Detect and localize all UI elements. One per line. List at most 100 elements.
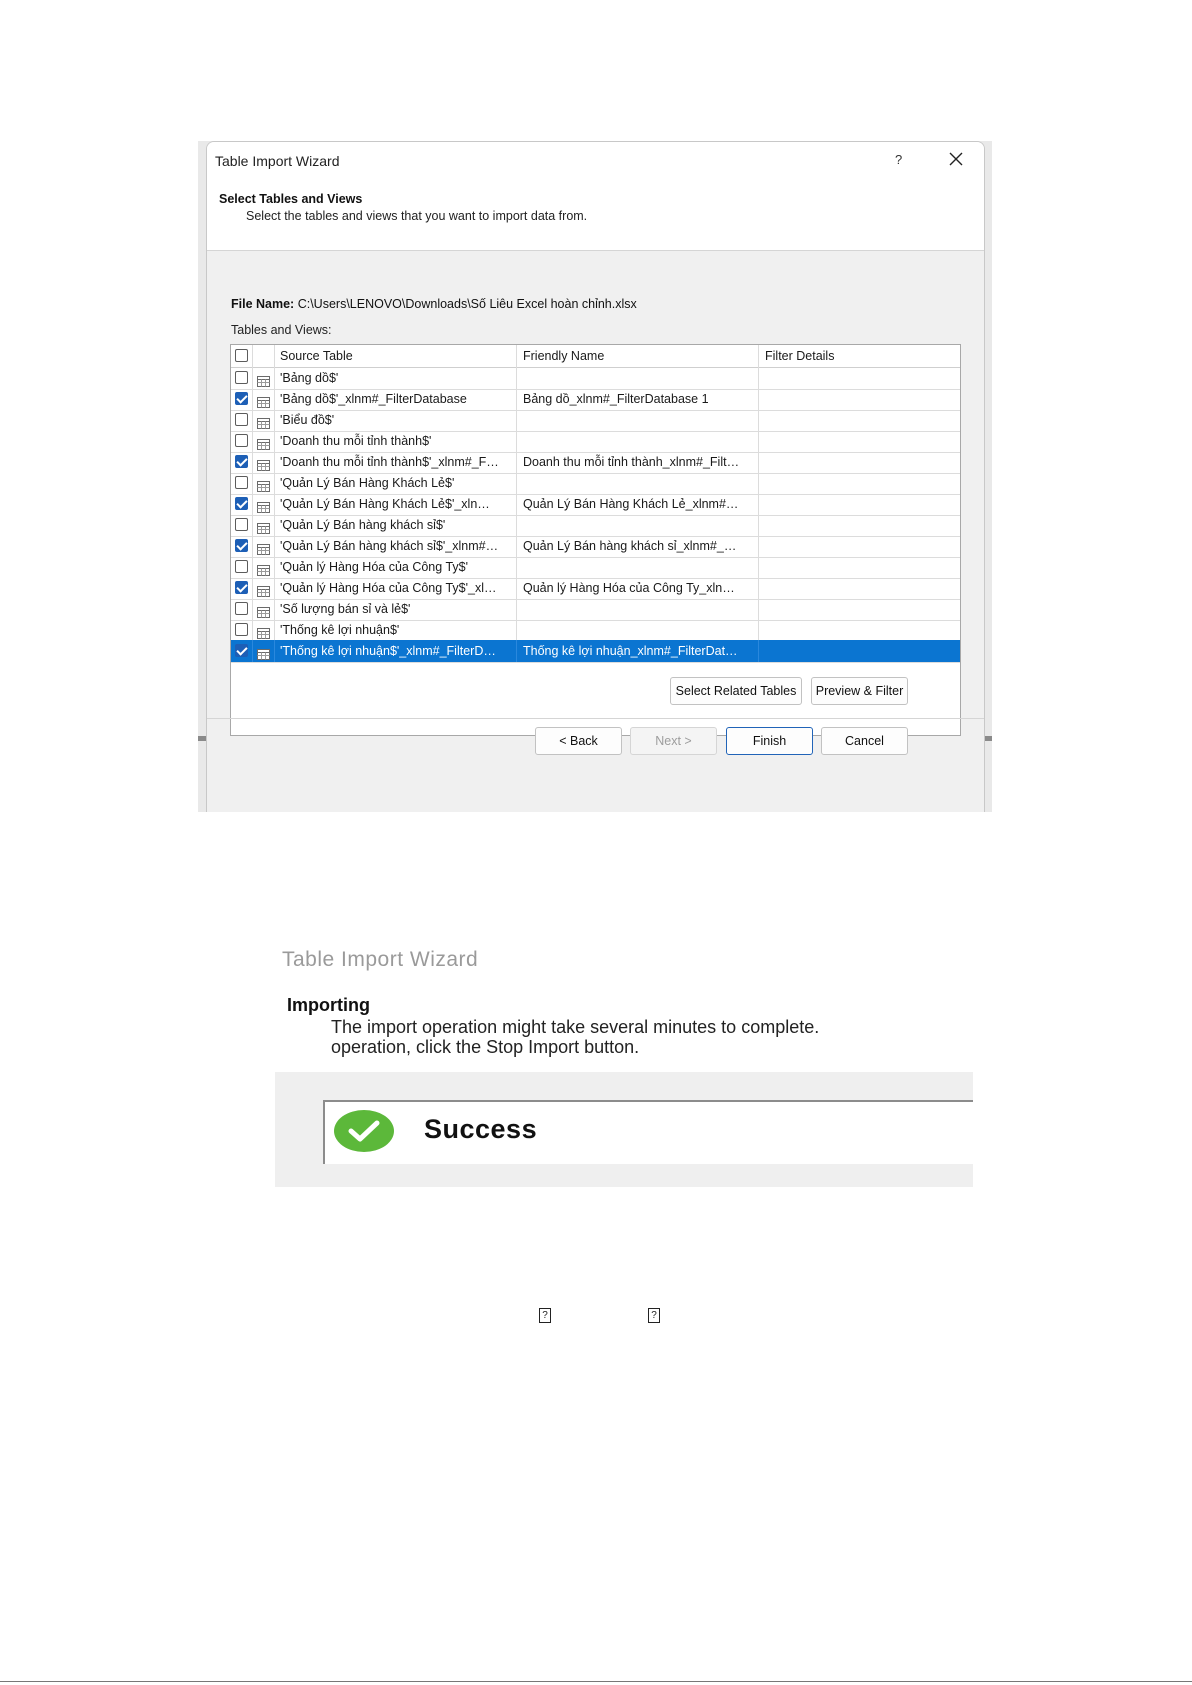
- row-checkbox-cell[interactable]: [231, 409, 253, 431]
- help-button[interactable]: ?: [895, 152, 902, 167]
- friendly-name-cell[interactable]: Bảng dồ_xlnm#_FilterDatabase 1: [517, 388, 759, 410]
- select-all-checkbox[interactable]: [235, 349, 248, 362]
- row-checkbox-cell[interactable]: [231, 556, 253, 578]
- source-table-cell: 'Số lượng bán sỉ và lẻ$': [275, 598, 517, 620]
- friendly-name-cell[interactable]: Thống kê lợi nhuận_xlnm#_FilterDat…: [517, 640, 759, 662]
- table-icon-cell: [253, 556, 275, 578]
- column-header-filter-details[interactable]: Filter Details: [759, 345, 960, 367]
- filter-details-cell: [759, 409, 960, 431]
- friendly-name-cell[interactable]: Quản Lý Bán Hàng Khách Lẻ_xlnm#…: [517, 493, 759, 515]
- table-icon-cell: [253, 451, 275, 473]
- select-all-cell[interactable]: [231, 345, 253, 367]
- friendly-name-cell[interactable]: Quản Lý Bán hàng khách sỉ_xlnm#_…: [517, 535, 759, 557]
- row-checkbox[interactable]: [235, 581, 248, 594]
- row-checkbox[interactable]: [235, 644, 248, 657]
- row-checkbox[interactable]: [235, 476, 248, 489]
- row-checkbox[interactable]: [235, 497, 248, 510]
- row-checkbox-cell[interactable]: [231, 388, 253, 410]
- back-button[interactable]: < Back: [535, 727, 622, 755]
- source-table-cell: 'Quản Lý Bán Hàng Khách Lẻ$'_xln…: [275, 493, 517, 515]
- row-checkbox[interactable]: [235, 413, 248, 426]
- friendly-name-cell[interactable]: [517, 367, 759, 389]
- table-icon-cell: [253, 640, 275, 662]
- table-icon: [257, 435, 270, 450]
- table-icon: [257, 582, 270, 597]
- next-button[interactable]: Next >: [630, 727, 717, 755]
- table-icon: [257, 561, 270, 576]
- filter-details-cell: [759, 493, 960, 515]
- column-header-source-table[interactable]: Source Table: [275, 345, 517, 367]
- friendly-name-cell[interactable]: Quản lý Hàng Hóa của Công Ty_xln…: [517, 577, 759, 599]
- table-row[interactable]: 'Quản Lý Bán Hàng Khách Lẻ$'_xln… Quản Lý…: [231, 493, 960, 516]
- table-row[interactable]: 'Quản lý Hàng Hóa của Công Ty$': [231, 556, 960, 579]
- table-row[interactable]: 'Thống kê lợi nhuận$': [231, 619, 960, 642]
- source-table-cell: 'Bảng dồ$'_xlnm#_FilterDatabase: [275, 388, 517, 410]
- table-row[interactable]: 'Bảng dồ$': [231, 367, 960, 390]
- row-checkbox[interactable]: [235, 602, 248, 615]
- table-row[interactable]: 'Doanh thu mỗi tỉnh thành$'_xlnm#_F… Doan…: [231, 451, 960, 474]
- row-checkbox-cell[interactable]: [231, 493, 253, 515]
- row-checkbox[interactable]: [235, 518, 248, 531]
- row-checkbox[interactable]: [235, 560, 248, 573]
- friendly-name-cell[interactable]: [517, 514, 759, 536]
- row-checkbox-cell[interactable]: [231, 472, 253, 494]
- row-checkbox[interactable]: [235, 392, 248, 405]
- table-row[interactable]: 'Quản Lý Bán hàng khách sỉ$': [231, 514, 960, 537]
- row-checkbox-cell[interactable]: [231, 367, 253, 389]
- file-name-label: File Name:: [231, 297, 295, 311]
- source-table-cell: 'Quản Lý Bán Hàng Khách Lẻ$': [275, 472, 517, 494]
- table-row[interactable]: 'Quản Lý Bán hàng khách sỉ$'_xlnm#… Quản …: [231, 535, 960, 558]
- row-checkbox-cell[interactable]: [231, 430, 253, 452]
- table-icon-cell: [253, 514, 275, 536]
- row-checkbox-cell[interactable]: [231, 619, 253, 641]
- table-row[interactable]: 'Doanh thu mỗi tỉnh thành$': [231, 430, 960, 453]
- finish-button[interactable]: Finish: [726, 727, 813, 755]
- table-icon-cell: [253, 535, 275, 557]
- wizard-header: Select Tables and Views Select the table…: [207, 178, 984, 251]
- table-icon: [257, 393, 270, 408]
- table-icon-cell: [253, 598, 275, 620]
- table-row[interactable]: 'Bảng dồ$'_xlnm#_FilterDatabase Bảng dồ_x…: [231, 388, 960, 411]
- friendly-name-cell[interactable]: [517, 430, 759, 452]
- friendly-name-cell[interactable]: Doanh thu mỗi tỉnh thành_xlnm#_Filt…: [517, 451, 759, 473]
- table-row[interactable]: 'Số lượng bán sỉ và lẻ$': [231, 598, 960, 621]
- table-icon: [257, 624, 270, 639]
- table-icon-cell: [253, 409, 275, 431]
- row-checkbox[interactable]: [235, 623, 248, 636]
- table-icon-cell: [253, 430, 275, 452]
- close-icon[interactable]: [945, 148, 967, 170]
- row-checkbox[interactable]: [235, 434, 248, 447]
- row-checkbox-cell[interactable]: [231, 577, 253, 599]
- table-row[interactable]: 'Quản lý Hàng Hóa của Công Ty$'_xl… Quản …: [231, 577, 960, 600]
- friendly-name-cell[interactable]: [517, 598, 759, 620]
- row-checkbox[interactable]: [235, 455, 248, 468]
- table-row[interactable]: 'Quản Lý Bán Hàng Khách Lẻ$': [231, 472, 960, 495]
- row-checkbox-cell[interactable]: [231, 598, 253, 620]
- section-title: Select Tables and Views: [219, 192, 363, 206]
- row-checkbox[interactable]: [235, 371, 248, 384]
- preview-filter-button[interactable]: Preview & Filter: [811, 677, 908, 705]
- table-row[interactable]: 'Biểu đồ$': [231, 409, 960, 432]
- filter-details-cell: [759, 640, 960, 662]
- table-row[interactable]: 'Thống kê lợi nhuận$'_xlnm#_FilterD… Thốn…: [231, 640, 960, 663]
- row-checkbox-cell[interactable]: [231, 451, 253, 473]
- source-table-cell: 'Quản lý Hàng Hóa của Công Ty$'_xl…: [275, 577, 517, 599]
- row-checkbox[interactable]: [235, 539, 248, 552]
- missing-glyph-box: ?: [648, 1308, 660, 1323]
- table-icon: [257, 456, 270, 471]
- column-header-friendly-name[interactable]: Friendly Name: [517, 345, 759, 367]
- row-checkbox-cell[interactable]: [231, 535, 253, 557]
- friendly-name-cell[interactable]: [517, 472, 759, 494]
- friendly-name-cell[interactable]: [517, 409, 759, 431]
- success-label: Success: [424, 1114, 538, 1144]
- row-checkbox-cell[interactable]: [231, 514, 253, 536]
- friendly-name-cell[interactable]: [517, 556, 759, 578]
- select-related-tables-button[interactable]: Select Related Tables: [670, 677, 802, 705]
- friendly-name-cell[interactable]: [517, 619, 759, 641]
- import-status-screenshot: Table Import Wizard Importing The import…: [275, 940, 973, 1187]
- filter-details-cell: [759, 388, 960, 410]
- source-table-cell: 'Doanh thu mỗi tỉnh thành$': [275, 430, 517, 452]
- source-table-cell: 'Biểu đồ$': [275, 409, 517, 431]
- row-checkbox-cell[interactable]: [231, 640, 253, 662]
- cancel-button[interactable]: Cancel: [821, 727, 908, 755]
